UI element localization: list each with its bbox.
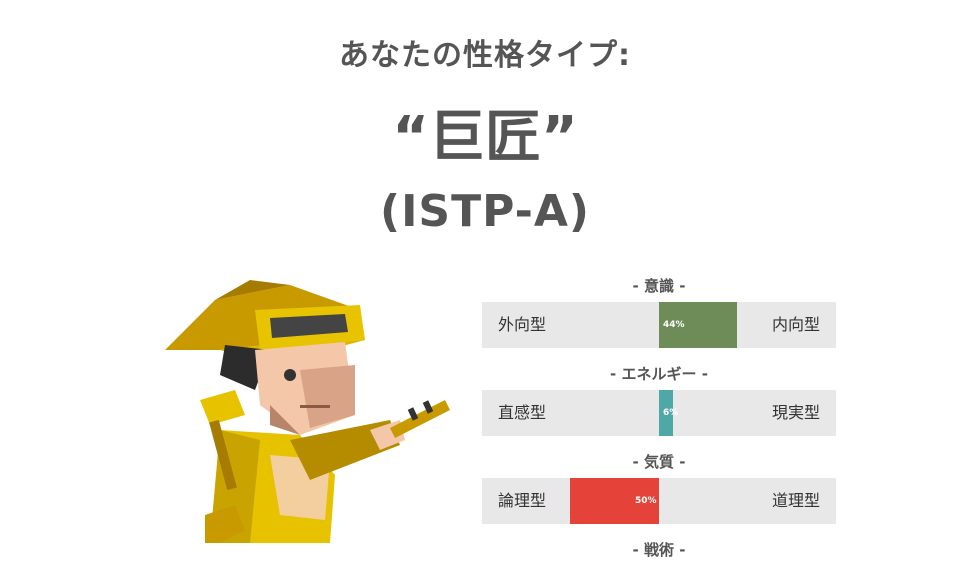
trait-left-label: 外向型 — [498, 315, 547, 334]
trait-right-label: 内向型 — [771, 315, 820, 334]
personality-type-name: “巨匠” — [392, 105, 578, 170]
trait-right-label: 道理型 — [771, 491, 820, 510]
trait-title: - エネルギー - — [610, 365, 708, 383]
trait-tactics: - 戦術 - — [482, 536, 836, 566]
personality-type-lead: あなたの性格タイプ: — [339, 38, 631, 73]
trait-mind: - 意識 - 外向型 44% 内向型 — [482, 272, 836, 348]
trait-right-label: 現実型 — [771, 403, 820, 422]
trait-bar: 外向型 44% 内向型 — [482, 302, 836, 348]
trait-title: - 意識 - — [632, 277, 686, 295]
trait-energy: - エネルギー - 直感型 6% 現実型 — [482, 360, 836, 436]
trait-bar: 直感型 6% 現実型 — [482, 390, 836, 436]
trait-title: - 戦術 - — [632, 541, 686, 559]
trait-nature: - 気質 - 論理型 50% 道理型 — [482, 448, 836, 524]
virtuoso-character-icon — [160, 280, 460, 543]
personality-type-code: (ISTP-A) — [379, 186, 591, 237]
trait-bars: - 意識 - 外向型 44% 内向型 - エネルギー - 直感型 6% 現実型 … — [482, 272, 836, 566]
trait-percent: 6% — [663, 408, 679, 418]
trait-bar: 論理型 50% 道理型 — [482, 478, 836, 524]
trait-percent: 50% — [635, 496, 657, 506]
trait-percent: 44% — [663, 320, 685, 330]
trait-left-label: 直感型 — [498, 403, 547, 422]
trait-left-label: 論理型 — [498, 491, 547, 510]
trait-title: - 気質 - — [632, 453, 686, 471]
